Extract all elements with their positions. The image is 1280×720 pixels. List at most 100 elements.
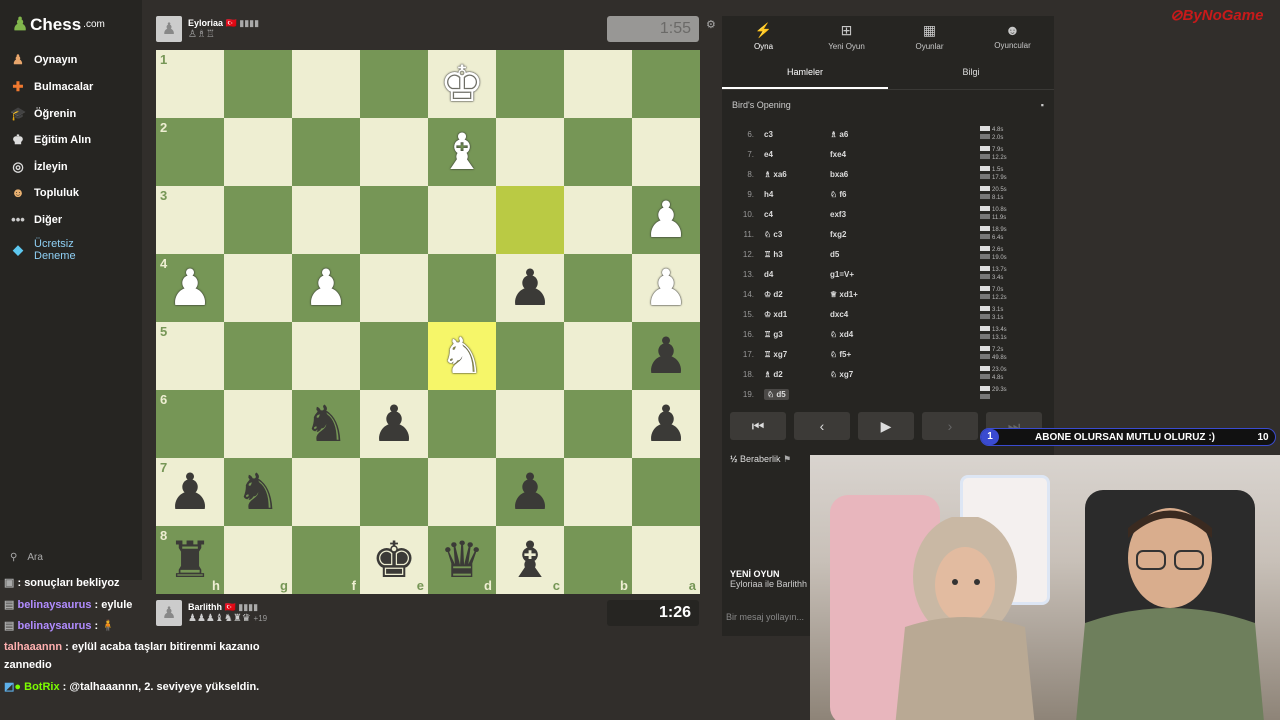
board-square[interactable] [564,186,632,254]
board-square[interactable]: ♟ [496,254,564,322]
board-square[interactable] [224,390,292,458]
board-square[interactable] [292,186,360,254]
black-move[interactable]: ♘ xg7 [830,370,980,379]
board-square[interactable]: ♞ [292,390,360,458]
board-square[interactable] [224,118,292,186]
board-square[interactable]: 3 [156,186,224,254]
board-square[interactable] [292,322,360,390]
board-square[interactable]: ♟ [496,458,564,526]
opening-name[interactable]: Bird's Opening [732,100,791,110]
board-square[interactable] [292,458,360,526]
board-square[interactable] [360,118,428,186]
board-square[interactable]: ♟ [360,390,428,458]
black-pawn-icon[interactable]: ♟ [372,399,417,449]
chat-username[interactable]: talhaaannn [4,641,62,653]
board-square[interactable] [564,390,632,458]
black-knight-icon[interactable]: ♞ [304,399,349,449]
board-square[interactable]: ♝ [428,118,496,186]
white-move[interactable]: e4 [764,150,830,159]
board-square[interactable] [360,186,428,254]
board-square[interactable]: 5 [156,322,224,390]
board-square[interactable]: ♞ [428,322,496,390]
white-pawn-icon[interactable]: ♟ [168,263,213,313]
board-square[interactable] [292,118,360,186]
board-square[interactable] [496,118,564,186]
board-square[interactable] [428,458,496,526]
white-pawn-icon[interactable]: ♟ [304,263,349,313]
avatar[interactable]: ♟ [156,16,182,42]
board-square[interactable] [428,186,496,254]
chat-username[interactable]: BotRix [24,681,59,693]
white-move[interactable]: ♗ d2 [764,370,830,379]
next-move-button[interactable]: › [922,412,978,440]
white-move[interactable]: ♗ xa6 [764,170,830,179]
board-square[interactable] [428,254,496,322]
white-pawn-icon[interactable]: ♟ [644,195,689,245]
board-square[interactable] [632,118,700,186]
white-knight-icon[interactable]: ♞ [440,331,485,381]
gear-icon[interactable]: ⚙ [706,18,716,31]
black-move[interactable]: ♕ xd1+ [830,290,980,299]
white-pawn-icon[interactable]: ♟ [644,263,689,313]
board-square[interactable]: 4 ♟ [156,254,224,322]
sidebar-item-play[interactable]: ♟ Oynayın [10,52,77,68]
tab-info[interactable]: Bilgi [888,58,1054,89]
board-square[interactable] [224,186,292,254]
board-square[interactable] [564,50,632,118]
board-square[interactable]: 6 [156,390,224,458]
board-square[interactable] [360,322,428,390]
tab-games[interactable]: ▦ Oyunlar [888,16,971,58]
white-move[interactable]: d4 [764,270,830,279]
sidebar-item-watch[interactable]: ◎ İzleyin [10,159,67,175]
chess-board[interactable]: 1 ♚ 2 ♝ 3 ♟ 4 ♟ ♟ ♟ ♟ 5 ♞ ♟ 6 ♞ ♟ ♟ 7 ♟ ♞ ♟ 8 h ♜ g f e ♚ d ♛ c ♝ b a [156,50,700,594]
white-king-icon[interactable]: ♚ [440,59,485,109]
black-move[interactable]: bxa6 [830,170,980,179]
board-square[interactable] [564,118,632,186]
player-name[interactable]: Eyloriaa [188,18,223,28]
black-move[interactable]: d5 [830,250,980,259]
board-square[interactable] [360,458,428,526]
black-move[interactable]: exf3 [830,210,980,219]
board-square[interactable]: ♟ [292,254,360,322]
board-square[interactable] [224,50,292,118]
chat-username[interactable]: belinaysaurus [17,599,91,611]
chess-logo[interactable]: ♟ Chess .com [12,14,105,35]
sidebar-item-more[interactable]: ••• Diğer [10,212,62,227]
first-move-button[interactable]: ⏮ [730,412,786,440]
board-square[interactable] [292,50,360,118]
board-square[interactable] [496,322,564,390]
board-square[interactable] [428,390,496,458]
black-move[interactable]: g1=V+ [830,270,980,279]
board-square[interactable]: ♟ [632,186,700,254]
board-square[interactable]: ♟ [632,254,700,322]
sidebar-item-coach[interactable]: ♚ Eğitim Alın [10,132,91,148]
black-move[interactable]: fxe4 [830,150,980,159]
tab-play[interactable]: ⚡ Oyna [722,16,805,58]
board-square[interactable] [564,254,632,322]
board-square[interactable]: ♟ [632,390,700,458]
black-move[interactable]: dxc4 [830,310,980,319]
board-square[interactable]: 2 [156,118,224,186]
board-square[interactable] [496,50,564,118]
play-button[interactable]: ▶ [858,412,914,440]
black-move[interactable]: ♘ f6 [830,190,980,199]
black-pawn-icon[interactable]: ♟ [508,263,553,313]
white-move[interactable]: c3 [764,130,830,139]
board-square[interactable] [360,50,428,118]
black-pawn-icon[interactable]: ♟ [644,399,689,449]
white-move[interactable]: c4 [764,210,830,219]
board-square[interactable]: 1 [156,50,224,118]
black-move[interactable]: ♘ xd4 [830,330,980,339]
black-pawn-icon[interactable]: ♟ [644,331,689,381]
white-move[interactable]: ♖ xg7 [764,350,830,359]
black-knight-icon[interactable]: ♞ [236,467,281,517]
tab-players[interactable]: ☻ Oyuncular [971,16,1054,58]
tab-moves[interactable]: Hamleler [722,58,888,89]
white-move[interactable]: ♔ xd1 [764,310,830,319]
board-square[interactable] [632,50,700,118]
sidebar-item-learn[interactable]: 🎓 Öğrenin [10,106,76,122]
white-move[interactable]: ♘ c3 [764,230,830,239]
chat-username[interactable]: belinaysaurus [17,620,91,632]
black-move[interactable]: ♗ a6 [830,130,980,139]
board-square[interactable] [564,458,632,526]
